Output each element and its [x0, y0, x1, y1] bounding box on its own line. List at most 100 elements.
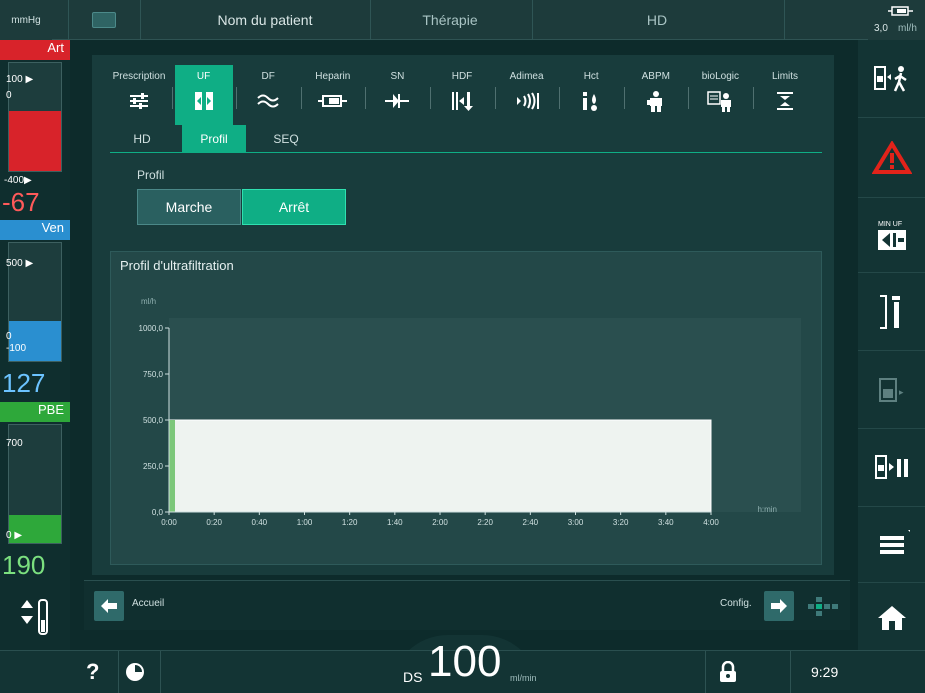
tab-divider — [753, 87, 754, 109]
timer-button[interactable] — [124, 661, 146, 688]
tab-heparin[interactable]: Heparin — [304, 65, 362, 125]
pbe-upper-limit: 700 — [6, 438, 23, 449]
biologic-icon — [691, 90, 749, 112]
tab-divider — [559, 87, 561, 109]
status-divider — [790, 651, 791, 693]
tab-limits[interactable]: Limits — [756, 65, 814, 125]
pbe-header[interactable]: PBE — [0, 402, 70, 422]
tab-label: UF — [196, 71, 211, 82]
therapy-label: Thérapie — [422, 12, 478, 28]
tab-divider — [430, 87, 431, 109]
tab-divider — [494, 87, 496, 109]
level-control-button[interactable] — [10, 588, 60, 643]
back-button[interactable] — [94, 591, 124, 621]
cup-icon: ▸ — [878, 377, 904, 402]
bag-icon — [879, 294, 900, 329]
tab-label: ABPM — [641, 71, 670, 82]
x-tick-label: 2:00 — [432, 518, 448, 527]
lock-button[interactable] — [718, 660, 738, 688]
tab-divider — [236, 87, 238, 109]
tab-prescription[interactable]: Prescription — [110, 65, 168, 125]
page-dots-icon — [808, 597, 838, 616]
sliders-icon — [110, 90, 168, 112]
art-upper-limit: 100 ▶ — [6, 74, 34, 85]
ven-label: Ven — [41, 220, 64, 235]
subtab-profil[interactable]: Profil — [182, 125, 246, 153]
art-zero-mark: 0 — [6, 90, 12, 101]
uf-filter-icon — [175, 90, 233, 112]
syringe-icon — [304, 90, 362, 112]
profil-off-button[interactable]: Arrêt — [242, 189, 346, 225]
uf-rate-unit: ml/h — [898, 23, 917, 34]
uf-rate-display[interactable]: 3,0 ml/h — [868, 0, 925, 40]
menu-button[interactable] — [858, 507, 925, 583]
ds-value[interactable]: 100 — [428, 637, 501, 687]
patient-walk-icon — [873, 65, 907, 92]
x-tick-label: 0:00 — [161, 518, 177, 527]
navigation-bar: Accueil Config. — [84, 580, 850, 630]
pressure-column: Art 100 ▶ 0 -400▶ -67 Ven 500 ▶ 0 -100 1… — [0, 40, 70, 650]
adimea-icon — [498, 90, 556, 112]
forward-label: Config. — [720, 598, 752, 609]
tab-df[interactable]: DF — [239, 65, 297, 125]
uf-profile-start-marker — [169, 420, 175, 512]
tab-biologic[interactable]: bioLogic — [691, 65, 749, 125]
ven-zero-mark: 0 — [6, 331, 12, 342]
clock-time: 9:29 — [811, 664, 839, 680]
tab-label: bioLogic — [701, 71, 740, 82]
substitution-button[interactable] — [858, 273, 925, 351]
tab-label: SN — [390, 71, 405, 82]
tab-label: Prescription — [112, 71, 166, 82]
uf-subtabs: HD Profil SEQ — [110, 125, 822, 153]
art-header[interactable]: Art — [0, 40, 70, 60]
main-panel: Prescription UF DF Heparin SN HDF Adimea Hct ABP… — [92, 55, 834, 575]
help-button[interactable]: ? — [86, 659, 99, 685]
tab-divider — [623, 87, 625, 109]
y-tick-label: 250,0 — [143, 462, 164, 471]
status-divider — [118, 651, 119, 693]
y-tick-label: 500,0 — [143, 416, 164, 425]
art-value: -67 — [0, 187, 70, 219]
ven-range-fill — [9, 321, 61, 361]
subtab-hd[interactable]: HD — [110, 125, 174, 153]
top-divider — [140, 0, 141, 40]
tab-adimea[interactable]: Adimea — [498, 65, 556, 125]
ds-label: DS — [403, 669, 423, 685]
profil-on-button[interactable]: Marche — [137, 189, 241, 225]
tab-hct[interactable]: Hct — [562, 65, 620, 125]
patient-name[interactable]: Nom du patient — [160, 0, 370, 40]
min-uf-button[interactable]: MIN UF — [858, 198, 925, 273]
tab-uf[interactable]: UF — [174, 65, 233, 125]
top-divider — [784, 0, 785, 40]
action-column: MIN UF ▸ — [858, 40, 925, 650]
patient-card-button[interactable] — [82, 0, 126, 40]
warning-triangle-icon — [871, 140, 912, 174]
art-label: Art — [47, 40, 64, 55]
ven-value: 127 — [0, 368, 70, 400]
pause-treatment-button[interactable] — [858, 429, 925, 507]
tab-label: Limits — [771, 71, 799, 82]
forward-button[interactable] — [764, 591, 794, 621]
ds-unit: ml/min — [510, 673, 537, 683]
subtab-seq[interactable]: SEQ — [254, 125, 318, 153]
tab-label: Hct — [583, 71, 599, 82]
ven-header[interactable]: Ven — [0, 220, 70, 240]
tab-sn[interactable]: SN — [368, 65, 426, 125]
wave-icon — [239, 90, 297, 112]
home-button[interactable] — [858, 583, 925, 650]
x-tick-label: 3:40 — [658, 518, 674, 527]
alarm-button[interactable] — [858, 118, 925, 198]
y-axis-label: ml/h — [141, 297, 156, 306]
clock-icon — [126, 663, 144, 681]
hdf-icon — [433, 90, 491, 112]
tab-hdf[interactable]: HDF — [433, 65, 491, 125]
disabled-function-button: ▸ — [858, 351, 925, 429]
x-tick-label: 1:20 — [342, 518, 358, 527]
svg-text:MIN UF: MIN UF — [878, 221, 902, 228]
tab-abpm[interactable]: ABPM — [627, 65, 685, 125]
patient-disconnect-button[interactable] — [858, 40, 925, 118]
tab-divider — [300, 87, 302, 109]
card-icon — [92, 12, 116, 28]
x-tick-label: 2:40 — [523, 518, 539, 527]
top-divider — [68, 0, 69, 40]
